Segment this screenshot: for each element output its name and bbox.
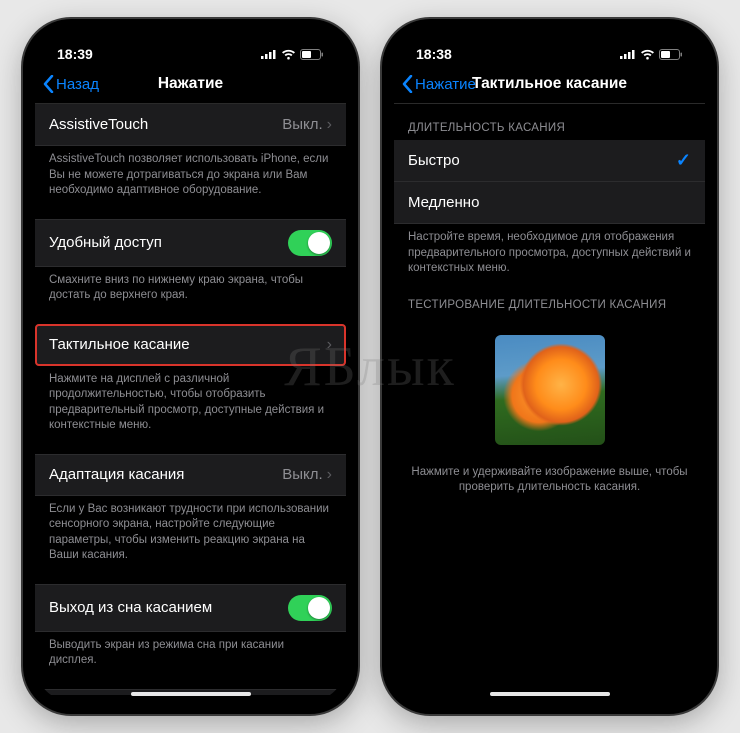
row-touch-accommodations[interactable]: Адаптация касания Выкл. › <box>35 454 346 496</box>
chevron-left-icon <box>43 75 54 93</box>
value-text: Выкл. <box>282 116 322 133</box>
test-image-flower[interactable] <box>495 335 605 445</box>
toggle-reachability[interactable] <box>288 230 332 256</box>
footer-haptic: Нажмите на дисплей с различной продолжит… <box>35 366 346 438</box>
chevron-right-icon: › <box>327 116 332 134</box>
back-label: Нажатие <box>415 76 476 93</box>
row-label: Адаптация касания <box>49 466 184 483</box>
status-right <box>261 49 324 60</box>
footer-wake: Выводить экран из режима сна при касании… <box>35 632 346 673</box>
row-label: Быстро <box>408 152 460 169</box>
row-value: Выкл. › <box>282 466 332 484</box>
home-indicator[interactable] <box>131 692 251 696</box>
row-option-fast[interactable]: Быстро ✓ <box>394 140 705 182</box>
back-button[interactable]: Нажатие <box>402 75 476 93</box>
section-header-duration: ДЛИТЕЛЬНОСТЬ КАСАНИЯ <box>394 104 705 140</box>
footer-duration: Настройте время, необходимое для отображ… <box>394 224 705 281</box>
toggle-wake[interactable] <box>288 595 332 621</box>
battery-icon <box>659 49 683 60</box>
content-right[interactable]: ДЛИТЕЛЬНОСТЬ КАСАНИЯ Быстро ✓ Медленно Н… <box>394 104 705 695</box>
row-label: Тактильное касание <box>49 336 190 353</box>
signal-icon <box>261 49 277 59</box>
footer-assistivetouch: AssistiveTouch позволяет использовать iP… <box>35 146 346 203</box>
section-header-test: ТЕСТИРОВАНИЕ ДЛИТЕЛЬНОСТИ КАСАНИЯ <box>394 281 705 317</box>
row-label: Выход из сна касанием <box>49 599 212 616</box>
status-time: 18:39 <box>57 46 93 62</box>
nav-bar: Нажатие Тактильное касание <box>394 69 705 104</box>
footer-test: Нажмите и удерживайте изображение выше, … <box>394 453 705 500</box>
footer-accommodations: Если у Вас возникают трудности при испол… <box>35 496 346 568</box>
row-reachability[interactable]: Удобный доступ <box>35 219 346 267</box>
value-text: Выкл. <box>282 466 322 483</box>
phone-left: 18:39 Назад Нажатие AssistiveTouch Выкл.… <box>23 19 358 714</box>
status-right <box>620 49 683 60</box>
wifi-icon <box>640 49 655 60</box>
content-left[interactable]: AssistiveTouch Выкл. › AssistiveTouch по… <box>35 104 346 695</box>
notch <box>475 31 625 55</box>
row-haptic-touch[interactable]: Тактильное касание › <box>35 324 346 366</box>
footer-reachability: Смахните вниз по нижнему краю экрана, чт… <box>35 267 346 308</box>
back-label: Назад <box>56 76 99 93</box>
row-tap-to-wake[interactable]: Выход из сна касанием <box>35 584 346 632</box>
phone-right: 18:38 Нажатие Тактильное касание ДЛИТЕЛЬ… <box>382 19 717 714</box>
notch <box>116 31 266 55</box>
row-option-slow[interactable]: Медленно <box>394 182 705 224</box>
chevron-right-icon: › <box>327 466 332 484</box>
signal-icon <box>620 49 636 59</box>
chevron-left-icon <box>402 75 413 93</box>
home-indicator[interactable] <box>490 692 610 696</box>
wifi-icon <box>281 49 296 60</box>
row-label: AssistiveTouch <box>49 116 148 133</box>
row-value: Выкл. › <box>282 116 332 134</box>
nav-bar: Назад Нажатие <box>35 69 346 104</box>
back-button[interactable]: Назад <box>43 75 99 93</box>
checkmark-icon: ✓ <box>676 150 691 171</box>
screen-left: 18:39 Назад Нажатие AssistiveTouch Выкл.… <box>35 31 346 702</box>
status-time: 18:38 <box>416 46 452 62</box>
battery-icon <box>300 49 324 60</box>
screen-right: 18:38 Нажатие Тактильное касание ДЛИТЕЛЬ… <box>394 31 705 702</box>
row-label: Удобный доступ <box>49 234 162 251</box>
chevron-right-icon: › <box>327 336 332 354</box>
row-label: Медленно <box>408 194 479 211</box>
row-assistivetouch[interactable]: AssistiveTouch Выкл. › <box>35 104 346 146</box>
